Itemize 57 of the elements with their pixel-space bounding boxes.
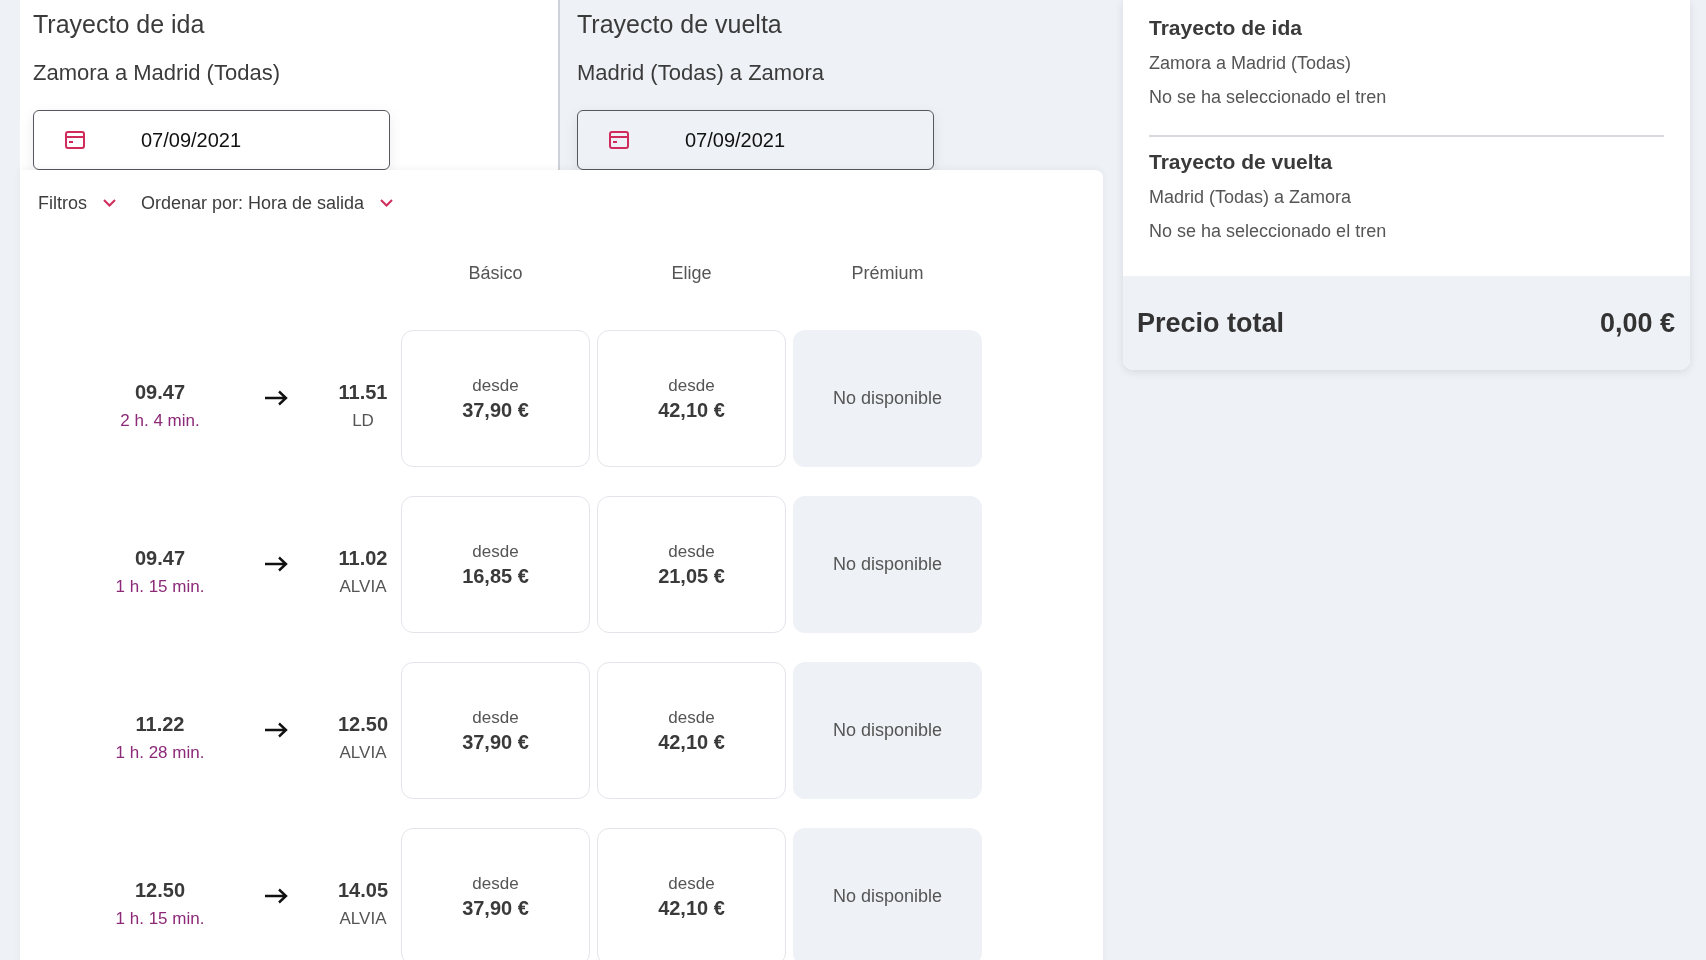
calendar-icon <box>609 131 629 149</box>
train-type: LD <box>352 410 374 432</box>
unavailable-fare: No disponible <box>793 828 982 960</box>
train-type: ALVIA <box>339 742 387 764</box>
fare-option[interactable]: desde 37,90 € <box>401 662 590 799</box>
dropdown-button[interactable]: Ordenar por: Hora de salida <box>141 191 394 215</box>
journey-panel[interactable]: Trayecto de vuelta Madrid (Todas) a Zamora 07/09/2021 <box>558 0 1103 170</box>
arrow-right-icon <box>264 722 288 738</box>
arrival-time: 11.02 <box>338 546 388 571</box>
calendar-icon <box>65 131 85 149</box>
unavailable-fare: No disponible <box>793 662 982 799</box>
departure-time: 11.22 <box>135 712 185 737</box>
chevron-down-icon <box>103 199 116 207</box>
chevron-down-icon <box>380 199 394 207</box>
fare-option[interactable]: desde 37,90 € <box>401 330 590 467</box>
fare-column-header: Prémium <box>850 262 925 285</box>
arrival-time: 11.51 <box>338 380 388 405</box>
unavailable-fare: No disponible <box>793 496 982 633</box>
arrow-right-icon <box>264 390 288 406</box>
departure-time: 09.47 <box>134 380 186 405</box>
arrival-time: 12.50 <box>337 712 389 737</box>
fare-column-header: Básico <box>467 262 524 285</box>
duration-text: 1 h. 15 min. <box>115 576 205 598</box>
fare-option[interactable]: desde 16,85 € <box>401 496 590 633</box>
summary-title: Trayecto de ida <box>1149 15 1303 41</box>
arrow-right-icon <box>264 888 288 904</box>
fare-option[interactable]: desde 42,10 € <box>597 662 786 799</box>
fare-option[interactable]: desde 37,90 € <box>401 828 590 960</box>
summary-title: Trayecto de vuelta <box>1149 149 1334 175</box>
route-text: Madrid (Todas) a Zamora <box>577 59 825 87</box>
route-text: Madrid (Todas) a Zamora <box>1149 186 1353 209</box>
arrow-right-icon <box>264 556 288 572</box>
unavailable-fare: No disponible <box>793 330 982 467</box>
status-text: No se ha seleccionado el tren <box>1149 86 1388 109</box>
train-type: ALVIA <box>339 576 387 598</box>
total-price: 0,00 € <box>1599 307 1675 339</box>
duration-text: 1 h. 15 min. <box>115 908 205 930</box>
departure-time: 09.47 <box>134 546 186 571</box>
duration-text: 1 h. 28 min. <box>115 742 205 764</box>
duration-text: 2 h. 4 min. <box>120 410 200 432</box>
date-field[interactable]: 07/09/2021 <box>33 110 390 170</box>
departure-time: 12.50 <box>134 878 186 903</box>
journey-title: Trayecto de vuelta <box>577 9 783 40</box>
fare-option[interactable]: desde 42,10 € <box>597 828 786 960</box>
route-text: Zamora a Madrid (Todas) <box>1149 52 1353 75</box>
arrival-time: 14.05 <box>337 878 389 903</box>
train-type: ALVIA <box>339 908 387 930</box>
fare-option[interactable]: desde 21,05 € <box>597 496 786 633</box>
journey-panel[interactable]: Trayecto de ida Zamora a Madrid (Todas) 07/09/2021 <box>20 0 558 170</box>
total-label: Precio total <box>1137 307 1285 339</box>
route-text: Zamora a Madrid (Todas) <box>33 59 281 87</box>
fare-column-header: Elige <box>670 262 713 285</box>
fare-option[interactable]: desde 42,10 € <box>597 330 786 467</box>
dropdown-button[interactable]: Filtros <box>38 191 116 215</box>
date-field[interactable]: 07/09/2021 <box>577 110 934 170</box>
journey-title: Trayecto de ida <box>33 9 206 40</box>
status-text: No se ha seleccionado el tren <box>1149 220 1388 243</box>
